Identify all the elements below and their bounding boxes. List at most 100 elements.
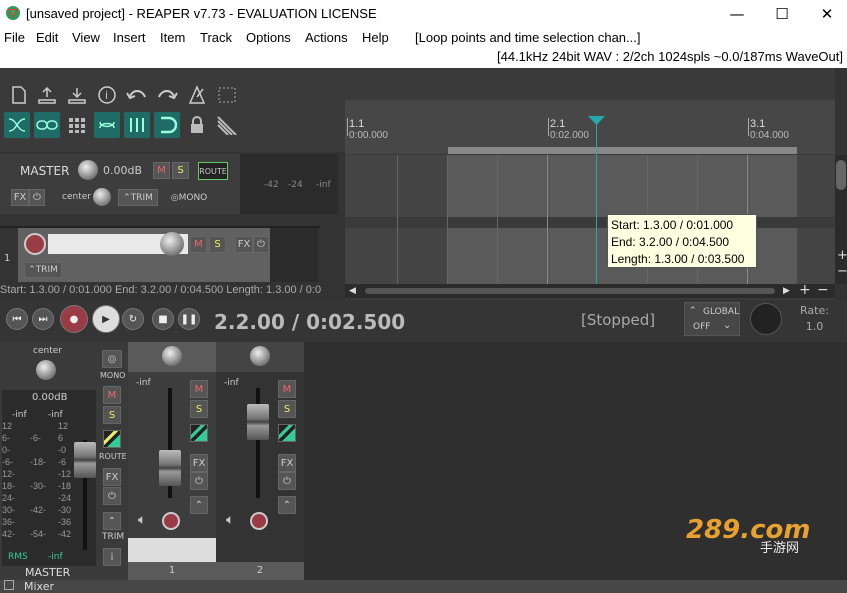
master-mute-button[interactable]: M [153,162,170,179]
repeat-button[interactable]: ↻ [122,308,144,330]
global-automation-button[interactable]: ⌃ GLOBAL OFF ⌄ [684,302,740,336]
trim-envelope-icon[interactable]: ⌃ [103,512,121,530]
mixer-master-fx-bypass-icon[interactable]: ⏻ [103,487,121,505]
master-volume-knob[interactable] [78,160,98,180]
mixer-master-route-icon[interactable] [103,430,121,448]
lock-icon[interactable] [184,112,210,138]
horizontal-scrollbar[interactable]: ◀ ▶ + − [345,282,835,298]
timeline-ruler[interactable]: 1.1 0:00.000 2.1 0:02.000 3.1 0:04.000 [345,100,835,154]
mixer-master-mute-button[interactable]: M [103,386,121,404]
mixer-master-fx-button[interactable]: FX [103,468,121,486]
master-mono-button[interactable]: ◎ MONO [164,189,214,206]
menu-view[interactable]: View [72,30,100,45]
strip-2-route-icon[interactable] [278,424,296,442]
menu-help[interactable]: Help [362,30,389,45]
strip-2-solo-button[interactable]: S [278,400,296,418]
strip-1-fx-button[interactable]: FX [190,454,208,472]
strip-1-pan-knob[interactable] [162,346,182,366]
strip-2-speaker-icon[interactable]: 🔈︎ [226,512,234,528]
master-fx-button[interactable]: FX [11,189,29,206]
go-to-start-button[interactable]: ⏮ [6,308,28,330]
track-1-panel[interactable]: M S FX ⏻ ⌃ TRIM [18,228,318,282]
horizontal-scroll-thumb[interactable] [365,288,775,294]
track-1-record-arm-button[interactable] [24,233,46,255]
mixer-master-solo-button[interactable]: S [103,406,121,424]
menu-item[interactable]: Item [160,30,185,45]
zoom-in-vertical-icon[interactable]: + [837,248,847,263]
master-track-panel[interactable]: MASTER 0.00dB M S ROUTE FX ⏻ center ⌃ TRI… [0,154,338,214]
track-1-mute-button[interactable]: M [190,236,207,253]
scroll-left-icon[interactable]: ◀ [349,286,356,296]
mixer-master-pan-knob[interactable] [36,360,56,380]
strip-1-name-area[interactable] [128,538,216,562]
strip-1-route-icon[interactable] [190,424,208,442]
pause-button[interactable]: ❚❚ [178,308,200,330]
strip-2-record-arm-button[interactable] [250,512,268,530]
strip-2-fx-button[interactable]: FX [278,454,296,472]
mixer-strip-1[interactable]: -inf M S FX ⏻ ⌃ 🔈︎ 1 [128,342,216,580]
strip-2-pan-knob[interactable] [250,346,270,366]
master-pan-knob[interactable] [93,188,111,206]
zoom-out-horizontal-icon[interactable]: − [817,282,829,298]
master-route-button[interactable]: ROUTE [198,162,228,180]
master-solo-button[interactable]: S [172,162,189,179]
snap-icon[interactable] [154,112,180,138]
metronome-icon[interactable] [184,82,210,108]
strip-2-mute-button[interactable]: M [278,380,296,398]
strip-1-speaker-icon[interactable]: 🔈︎ [138,512,146,528]
track-1-trim-button[interactable]: ⌃ TRIM [24,262,62,278]
strip-1-fader[interactable] [159,450,181,486]
track-1-fx-button[interactable]: FX [235,236,253,253]
redo-icon[interactable] [154,82,180,108]
zoom-out-vertical-icon[interactable]: − [837,264,847,279]
playrate-knob[interactable] [750,303,782,335]
auto-crossfade-icon[interactable] [214,112,240,138]
menu-edit[interactable]: Edit [36,30,58,45]
loop-range-bar[interactable] [448,147,797,154]
menu-actions[interactable]: Actions [305,30,348,45]
scroll-right-icon[interactable]: ▶ [783,286,790,296]
strip-1-record-arm-button[interactable] [162,512,180,530]
vertical-scroll-thumb[interactable] [836,160,846,190]
track-1-solo-button[interactable]: S [209,236,226,253]
playrate[interactable]: Rate: 1.0 [800,304,829,333]
menu-file[interactable]: File [4,30,25,45]
strip-1-fx-bypass-icon[interactable]: ⏻ [190,472,208,490]
strip-2-fx-bypass-icon[interactable]: ⏻ [278,472,296,490]
strip-1-envelope-icon[interactable]: ⌃ [190,496,208,514]
strip-1-solo-button[interactable]: S [190,400,208,418]
close-button[interactable]: ✕ [805,0,847,28]
dock-toggle-icon[interactable] [4,580,14,590]
master-trim-button[interactable]: ⌃ TRIM [118,189,158,206]
play-button[interactable]: ▶ [92,305,120,333]
strip-1-mute-button[interactable]: M [190,380,208,398]
mixer-strip-2[interactable]: -inf M S FX ⏻ ⌃ 🔈︎ 2 [216,342,304,580]
envelope-link-icon[interactable] [94,112,120,138]
mixer-master-info-button[interactable]: i [103,548,121,566]
edit-cursor-marker-icon[interactable] [588,116,606,126]
new-project-icon[interactable] [6,82,32,108]
master-fx-bypass-icon[interactable]: ⏻ [29,189,45,206]
menu-insert[interactable]: Insert [113,30,146,45]
track-1-volume-knob[interactable] [160,232,184,256]
project-settings-icon[interactable]: i [94,82,120,108]
stop-button[interactable]: ■ [152,308,174,330]
save-project-icon[interactable] [64,82,90,108]
maximize-button[interactable]: ☐ [760,0,804,28]
record-button[interactable]: ● [60,305,88,333]
menu-options[interactable]: Options [246,30,291,45]
time-display[interactable]: 2.2.00 / 0:02.500 [214,310,405,334]
menu-track[interactable]: Track [200,30,232,45]
zoom-in-horizontal-icon[interactable]: + [799,282,811,298]
link-icon[interactable] [34,112,60,138]
time-selection[interactable] [448,155,797,217]
mixer-master-fader[interactable] [74,442,96,478]
snap-grid-icon[interactable] [124,112,150,138]
minimize-button[interactable]: — [715,0,759,28]
grouping-icon[interactable] [64,112,90,138]
ripple-edit-icon[interactable] [4,112,30,138]
go-to-end-button[interactable]: ⏭ [32,308,54,330]
open-project-icon[interactable] [34,82,60,108]
mixer-tab[interactable]: Mixer [24,580,54,593]
audio-device-info[interactable]: [44.1kHz 24bit WAV : 2/2ch 1024spls ~0.0… [497,49,843,64]
